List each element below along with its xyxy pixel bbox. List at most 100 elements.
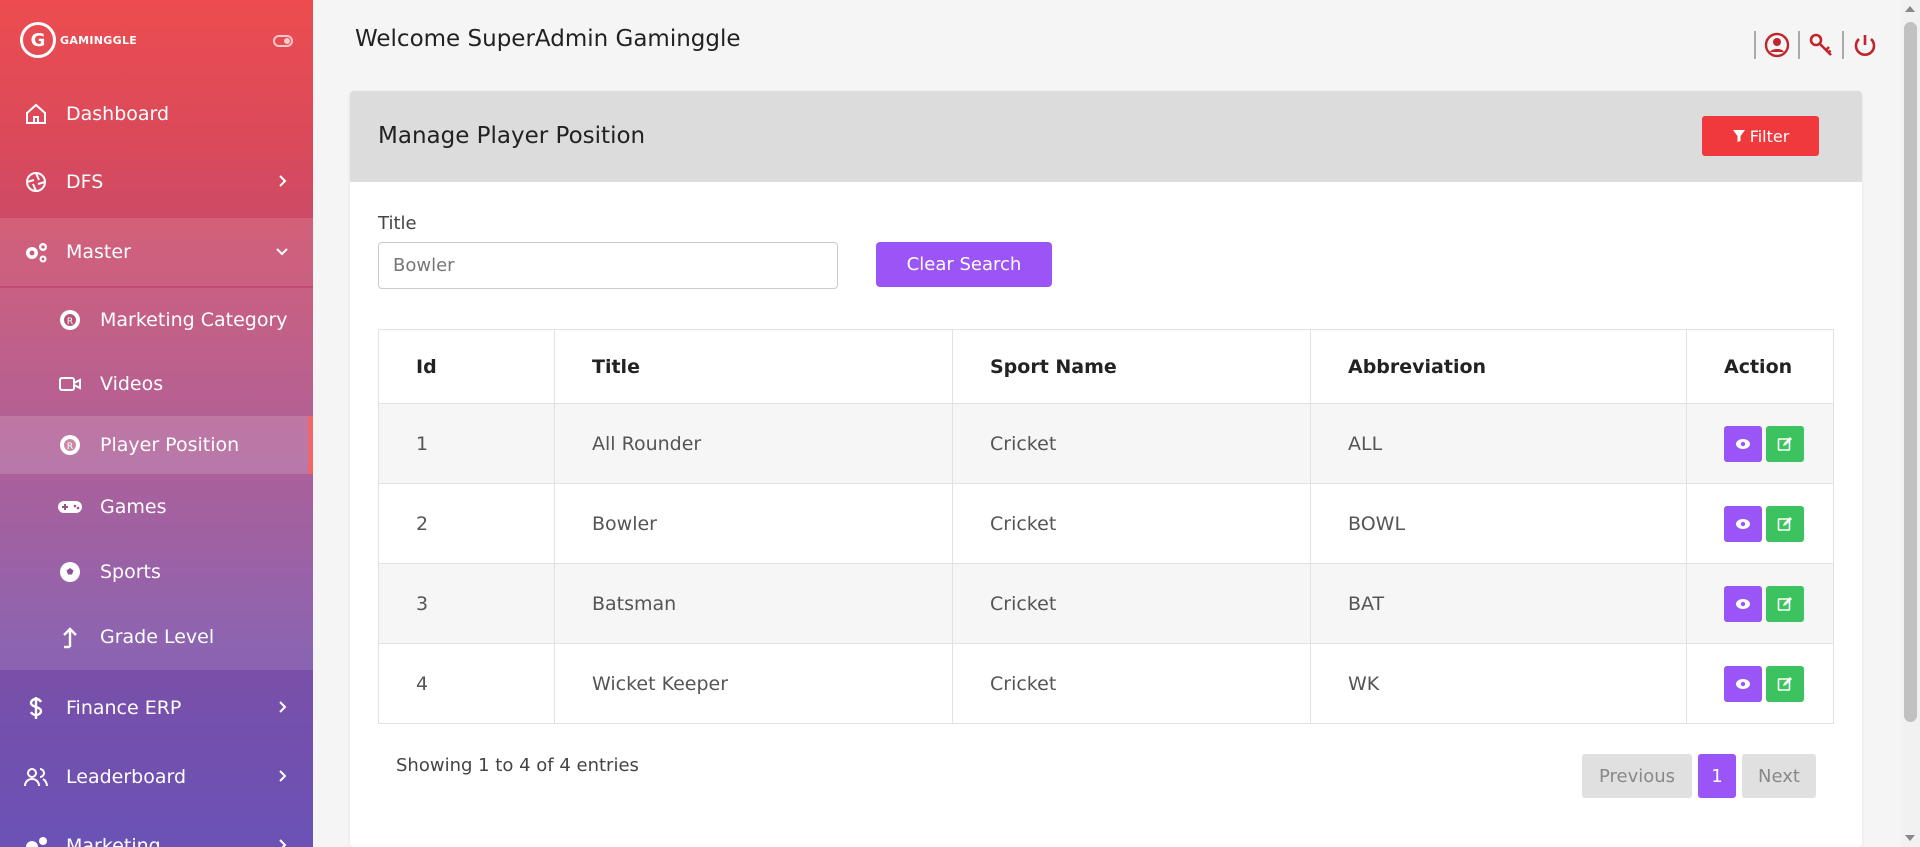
logo-icon: G — [20, 22, 56, 58]
cell-action — [1686, 563, 1834, 644]
header-actions — [1748, 30, 1880, 60]
sidebar-item-dfs[interactable]: DFS — [0, 148, 313, 216]
sidebar-item-label: Dashboard — [66, 103, 170, 125]
cell-action — [1686, 403, 1834, 484]
sidebar-item-label: Games — [100, 496, 167, 518]
eye-icon — [1736, 438, 1750, 449]
cell-abbreviation: BOWL — [1310, 483, 1687, 564]
brand-name: GAMINGGLE — [60, 33, 138, 47]
sidebar-item-label: Master — [66, 241, 131, 263]
eye-icon — [1736, 518, 1750, 529]
edit-button[interactable] — [1766, 505, 1804, 542]
home-icon — [22, 100, 50, 128]
arrow-up-icon — [56, 623, 84, 651]
title-field-label: Title — [378, 213, 417, 234]
chevron-right-icon — [277, 171, 289, 193]
view-button[interactable] — [1724, 425, 1762, 462]
column-header-id[interactable]: Id — [378, 329, 555, 404]
edit-button[interactable] — [1766, 665, 1804, 702]
page-title: Manage Player Position — [378, 123, 646, 149]
table-row: 4 Wicket Keeper Cricket WK — [378, 643, 1834, 724]
cell-sport: Cricket — [952, 643, 1311, 724]
cell-abbreviation: WK — [1310, 643, 1687, 724]
cell-sport: Cricket — [952, 403, 1311, 484]
sidebar-item-label: Marketing Category — [100, 309, 288, 331]
page-scrollbar[interactable] — [1901, 0, 1920, 847]
view-button[interactable] — [1724, 505, 1762, 542]
view-button[interactable] — [1724, 665, 1762, 702]
cell-title: Batsman — [554, 563, 953, 644]
users-icon — [22, 763, 50, 791]
sidebar-item-videos[interactable]: Videos — [0, 352, 313, 416]
cell-action — [1686, 483, 1834, 564]
edit-button[interactable] — [1766, 425, 1804, 462]
edit-button[interactable] — [1766, 585, 1804, 622]
scroll-down-arrow-icon[interactable] — [1905, 835, 1915, 841]
column-header-title[interactable]: Title — [554, 329, 953, 404]
entries-info: Showing 1 to 4 of 4 entries — [396, 755, 639, 776]
key-icon[interactable] — [1806, 30, 1836, 60]
chevron-right-icon — [277, 697, 289, 719]
cell-action — [1686, 643, 1834, 724]
cell-title: Wicket Keeper — [554, 643, 953, 724]
sidebar-item-label: Sports — [100, 561, 161, 583]
gears-icon — [22, 238, 50, 266]
sidebar-item-games[interactable]: Games — [0, 474, 313, 540]
funnel-icon — [1732, 130, 1745, 142]
cell-id: 1 — [378, 403, 555, 484]
view-button[interactable] — [1724, 585, 1762, 622]
sidebar-item-label: Marketing — [66, 835, 161, 847]
sidebar-item-player-position[interactable]: R Player Position — [0, 416, 313, 474]
page-number-button[interactable]: 1 — [1698, 754, 1736, 798]
sidebar-item-marketing-category[interactable]: R Marketing Category — [0, 288, 313, 352]
sidebar-item-grade-level[interactable]: Grade Level — [0, 604, 313, 670]
sidebar-item-label: Leaderboard — [66, 766, 187, 788]
svg-text:R: R — [67, 317, 73, 327]
previous-page-button[interactable]: Previous — [1582, 754, 1692, 798]
sidebar: G GAMINGGLE Dashboard DFS Master R Marke… — [0, 0, 313, 847]
logo[interactable]: G GAMINGGLE — [0, 0, 313, 80]
pagination: Previous 1 Next — [1582, 754, 1816, 798]
cell-sport: Cricket — [952, 483, 1311, 564]
sidebar-item-label: Grade Level — [100, 626, 215, 648]
clear-search-button[interactable]: Clear Search — [876, 242, 1052, 287]
sidebar-item-master[interactable]: Master — [0, 218, 313, 286]
sidebar-item-label: Videos — [100, 373, 164, 395]
svg-text:R: R — [67, 442, 73, 452]
sidebar-item-dashboard[interactable]: Dashboard — [0, 80, 313, 148]
manage-player-position-card: Manage Player Position Filter Title Clea… — [350, 91, 1862, 847]
sidebar-toggle-icon[interactable] — [273, 35, 293, 47]
column-header-sport-name[interactable]: Sport Name — [952, 329, 1311, 404]
divider — [1754, 31, 1756, 59]
chevron-right-icon — [277, 835, 289, 847]
cell-title: All Rounder — [554, 403, 953, 484]
column-header-abbreviation[interactable]: Abbreviation — [1310, 329, 1687, 404]
sidebar-item-leaderboard[interactable]: Leaderboard — [0, 743, 313, 811]
table-header-row: Id Title Sport Name Abbreviation Action — [378, 329, 1834, 404]
filter-button[interactable]: Filter — [1702, 116, 1819, 156]
cell-abbreviation: ALL — [1310, 403, 1687, 484]
scroll-up-arrow-icon[interactable] — [1905, 6, 1915, 12]
edit-icon — [1777, 516, 1792, 531]
table-row: 2 Bowler Cricket BOWL — [378, 483, 1834, 564]
cell-id: 3 — [378, 563, 555, 644]
cell-abbreviation: BAT — [1310, 563, 1687, 644]
power-icon[interactable] — [1850, 30, 1880, 60]
sidebar-item-finance-erp[interactable]: Finance ERP — [0, 674, 313, 742]
cell-id: 4 — [378, 643, 555, 724]
cell-id: 2 — [378, 483, 555, 564]
sidebar-item-sports[interactable]: Sports — [0, 540, 313, 604]
gamepad-icon — [56, 493, 84, 521]
soccer-ball-icon — [56, 558, 84, 586]
chevron-right-icon — [277, 766, 289, 788]
sidebar-item-label: Player Position — [100, 434, 240, 456]
filter-button-label: Filter — [1749, 126, 1790, 146]
sidebar-item-marketing[interactable]: Marketing — [0, 812, 313, 847]
user-profile-icon[interactable] — [1762, 30, 1792, 60]
next-page-button[interactable]: Next — [1742, 754, 1816, 798]
gears-icon — [22, 832, 50, 847]
scrollbar-thumb[interactable] — [1904, 22, 1917, 722]
title-search-input[interactable] — [378, 242, 838, 289]
welcome-text: Welcome SuperAdmin Gaminggle — [355, 26, 741, 52]
badge-icon: R — [56, 431, 84, 459]
